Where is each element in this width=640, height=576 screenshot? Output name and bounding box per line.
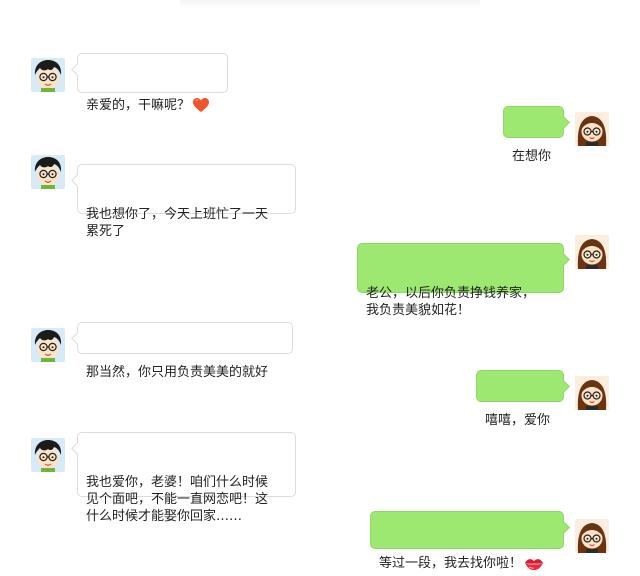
bubble-tail (71, 332, 84, 345)
girl-avatar-icon[interactable] (575, 235, 609, 269)
message-text: 亲爱的，干嘛呢？ (86, 98, 191, 113)
message-bubble-incoming[interactable]: 亲爱的，干嘛呢？ (71, 53, 228, 113)
girl-avatar-icon[interactable] (575, 519, 609, 553)
message-text: 在想你 (512, 149, 552, 164)
message-bubble-incoming[interactable]: 我也爱你，老婆！咱们什么时候 见个面吧，不能一直网恋吧！这 什么时候才能娶你回家… (71, 432, 296, 524)
bubble-tail (557, 380, 570, 393)
message-text: 我也想你了，今天上班忙了一天 累死了 (86, 207, 269, 239)
bubble-tail (71, 174, 84, 187)
message-text: 等过一段，我去找你啦！ (379, 556, 523, 571)
chat-conversation: 亲爱的，干嘛呢？ 在想你 我也想你了，今天上班忙了一天 累死了 老公，以后你负责… (0, 0, 640, 571)
boy-avatar-icon[interactable] (31, 328, 65, 362)
boy-avatar-icon[interactable] (31, 155, 65, 189)
message-text: 我也爱你，老婆！咱们什么时候 见个面吧，不能一直网恋吧！这 什么时候才能娶你回家… (86, 475, 269, 524)
message-text: 老公，以后你负责挣钱养家， 我负责美貌如花！ (366, 286, 536, 318)
message-bubble-outgoing[interactable]: 老公，以后你负责挣钱养家， 我负责美貌如花！ (357, 243, 570, 318)
boy-avatar-icon[interactable] (31, 58, 65, 92)
kiss-lips-icon (524, 557, 544, 576)
boy-avatar-icon[interactable] (31, 438, 65, 472)
message-bubble-incoming[interactable]: 那当然，你只用负责美美的就好 (71, 322, 293, 380)
girl-avatar-icon[interactable] (575, 112, 609, 146)
message-text: 嘻嘻，爱你 (485, 413, 551, 428)
bubble-tail (71, 442, 84, 455)
bubble-tail (71, 63, 84, 76)
top-edge-shadow (180, 0, 480, 8)
bubble-tail (557, 253, 570, 266)
message-text: 那当然，你只用负责美美的就好 (86, 365, 269, 380)
bubble-tail (557, 116, 570, 129)
heart-icon (192, 97, 210, 118)
girl-avatar-icon[interactable] (575, 376, 609, 410)
message-bubble-incoming[interactable]: 我也想你了，今天上班忙了一天 累死了 (71, 164, 296, 239)
message-bubble-outgoing[interactable]: 嘻嘻，爱你 (476, 370, 570, 428)
message-bubble-outgoing[interactable]: 等过一段，我去找你啦！ (370, 511, 570, 571)
message-bubble-outgoing[interactable]: 在想你 (503, 106, 570, 164)
bubble-tail (557, 521, 570, 534)
